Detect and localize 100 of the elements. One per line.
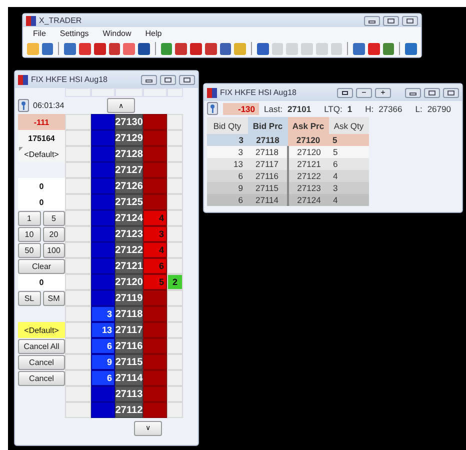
bid-cell[interactable] — [91, 242, 115, 258]
bid-cell[interactable]: 6 — [91, 338, 115, 354]
traded-quantity-cell — [167, 402, 183, 418]
input-field[interactable]: 0 — [18, 274, 65, 290]
menu-item[interactable]: Settings — [60, 29, 89, 38]
price-cell: 27123 — [115, 226, 143, 242]
bid-cell[interactable] — [91, 130, 115, 146]
bid-cell[interactable] — [91, 290, 115, 306]
ladder-cell[interactable] — [65, 258, 91, 274]
ladder-cell[interactable] — [65, 290, 91, 306]
minimize-icon[interactable] — [141, 74, 157, 84]
ask-cell[interactable] — [143, 114, 167, 130]
bid-cell[interactable]: 13 — [91, 322, 115, 338]
quantity-button[interactable]: 5 — [42, 210, 65, 226]
quantity-button[interactable]: 20 — [42, 226, 65, 242]
key-icon[interactable] — [207, 102, 218, 115]
ask-cell[interactable]: 5 — [143, 274, 167, 290]
action-button[interactable]: Cancel All — [18, 338, 65, 354]
ladder-cell[interactable] — [65, 210, 91, 226]
ask-cell[interactable] — [143, 370, 167, 386]
bid-cell[interactable] — [91, 274, 115, 290]
ask-cell[interactable] — [143, 306, 167, 322]
bid-cell[interactable] — [91, 114, 115, 130]
ask-cell[interactable] — [143, 130, 167, 146]
ladder-cell[interactable] — [65, 146, 91, 162]
quantity-button[interactable]: 100 — [42, 242, 65, 258]
menu-item[interactable]: Help — [145, 29, 162, 38]
ladder-cell[interactable] — [65, 194, 91, 210]
bid-cell[interactable]: 3 — [91, 306, 115, 322]
bid-cell[interactable]: 6 — [91, 370, 115, 386]
ask-cell[interactable]: 4 — [143, 242, 167, 258]
ladder-cell[interactable] — [65, 162, 91, 178]
ladder-cell[interactable] — [65, 114, 91, 130]
minimize-icon[interactable] — [364, 16, 380, 26]
ladder-cell[interactable] — [65, 338, 91, 354]
zoom-button[interactable]: + — [375, 88, 391, 98]
ask-cell[interactable] — [143, 178, 167, 194]
quantity-button[interactable]: 10 — [18, 226, 40, 242]
bid-cell[interactable] — [91, 258, 115, 274]
quantity-button[interactable]: 50 — [18, 242, 40, 258]
bid-cell[interactable] — [91, 386, 115, 402]
quantity-button[interactable]: SL — [18, 290, 40, 306]
bid-cell[interactable]: 9 — [91, 354, 115, 370]
minimize-icon[interactable] — [405, 88, 421, 98]
action-button[interactable]: Cancel — [18, 370, 65, 386]
traded-quantity-cell — [167, 162, 183, 178]
ladder-cell[interactable] — [65, 370, 91, 386]
maximize-icon[interactable] — [383, 16, 399, 26]
ladder-cell[interactable] — [65, 274, 91, 290]
ladder-cell[interactable] — [65, 178, 91, 194]
net-change: -130 — [223, 102, 259, 114]
traded-quantity-cell — [167, 306, 183, 322]
ask-cell[interactable] — [143, 354, 167, 370]
input-field[interactable]: 0 — [18, 194, 65, 210]
bid-cell[interactable] — [91, 194, 115, 210]
ask-cell[interactable] — [143, 194, 167, 210]
action-button[interactable]: Cancel — [18, 354, 65, 370]
ask-cell[interactable] — [143, 290, 167, 306]
bid-cell[interactable] — [91, 162, 115, 178]
ladder-cell[interactable] — [65, 402, 91, 418]
column-header[interactable]: Ask Prc — [288, 117, 328, 134]
quantity-button[interactable]: SM — [42, 290, 65, 306]
action-button[interactable]: Clear — [18, 258, 65, 274]
traded-quantity-cell — [167, 322, 183, 338]
column-header-cell — [167, 88, 183, 97]
order-account-field[interactable]: <Default> — [18, 322, 65, 338]
price-cell: 27130 — [115, 114, 143, 130]
bid-cell[interactable] — [91, 178, 115, 194]
ladder-cell[interactable] — [65, 242, 91, 258]
ask-cell[interactable] — [143, 402, 167, 418]
ladder-cell[interactable] — [65, 226, 91, 242]
ladder-cell[interactable] — [65, 354, 91, 370]
ask-cell[interactable]: 3 — [143, 226, 167, 242]
maximize-icon[interactable] — [160, 74, 176, 84]
bid-cell[interactable] — [91, 210, 115, 226]
ladder-cell[interactable] — [65, 322, 91, 338]
key-icon[interactable] — [18, 99, 29, 112]
quantity-button[interactable]: 1 — [18, 210, 40, 226]
ask-cell[interactable]: 4 — [143, 210, 167, 226]
ask-cell[interactable] — [143, 386, 167, 402]
ask-cell[interactable] — [143, 146, 167, 162]
ask-cell[interactable] — [143, 322, 167, 338]
ask-cell[interactable] — [143, 162, 167, 178]
column-header[interactable]: Bid Prc — [248, 117, 288, 134]
ladder-cell[interactable] — [65, 386, 91, 402]
ask-cell[interactable]: 6 — [143, 258, 167, 274]
bid-cell[interactable] — [91, 402, 115, 418]
zoom-button[interactable]: − — [356, 88, 372, 98]
traded-quantity-cell — [167, 242, 183, 258]
ladder-cell[interactable] — [65, 306, 91, 322]
restore-button[interactable] — [337, 88, 353, 98]
input-field[interactable]: 0 — [18, 178, 65, 194]
account-selector[interactable]: <Default> — [18, 146, 65, 162]
ask-cell[interactable] — [143, 338, 167, 354]
menu-item[interactable]: File — [33, 29, 46, 38]
bid-cell[interactable] — [91, 146, 115, 162]
bid-cell[interactable] — [91, 226, 115, 242]
ladder-cell[interactable] — [65, 130, 91, 146]
menu-item[interactable]: Window — [102, 29, 132, 38]
maximize-icon[interactable] — [424, 88, 440, 98]
